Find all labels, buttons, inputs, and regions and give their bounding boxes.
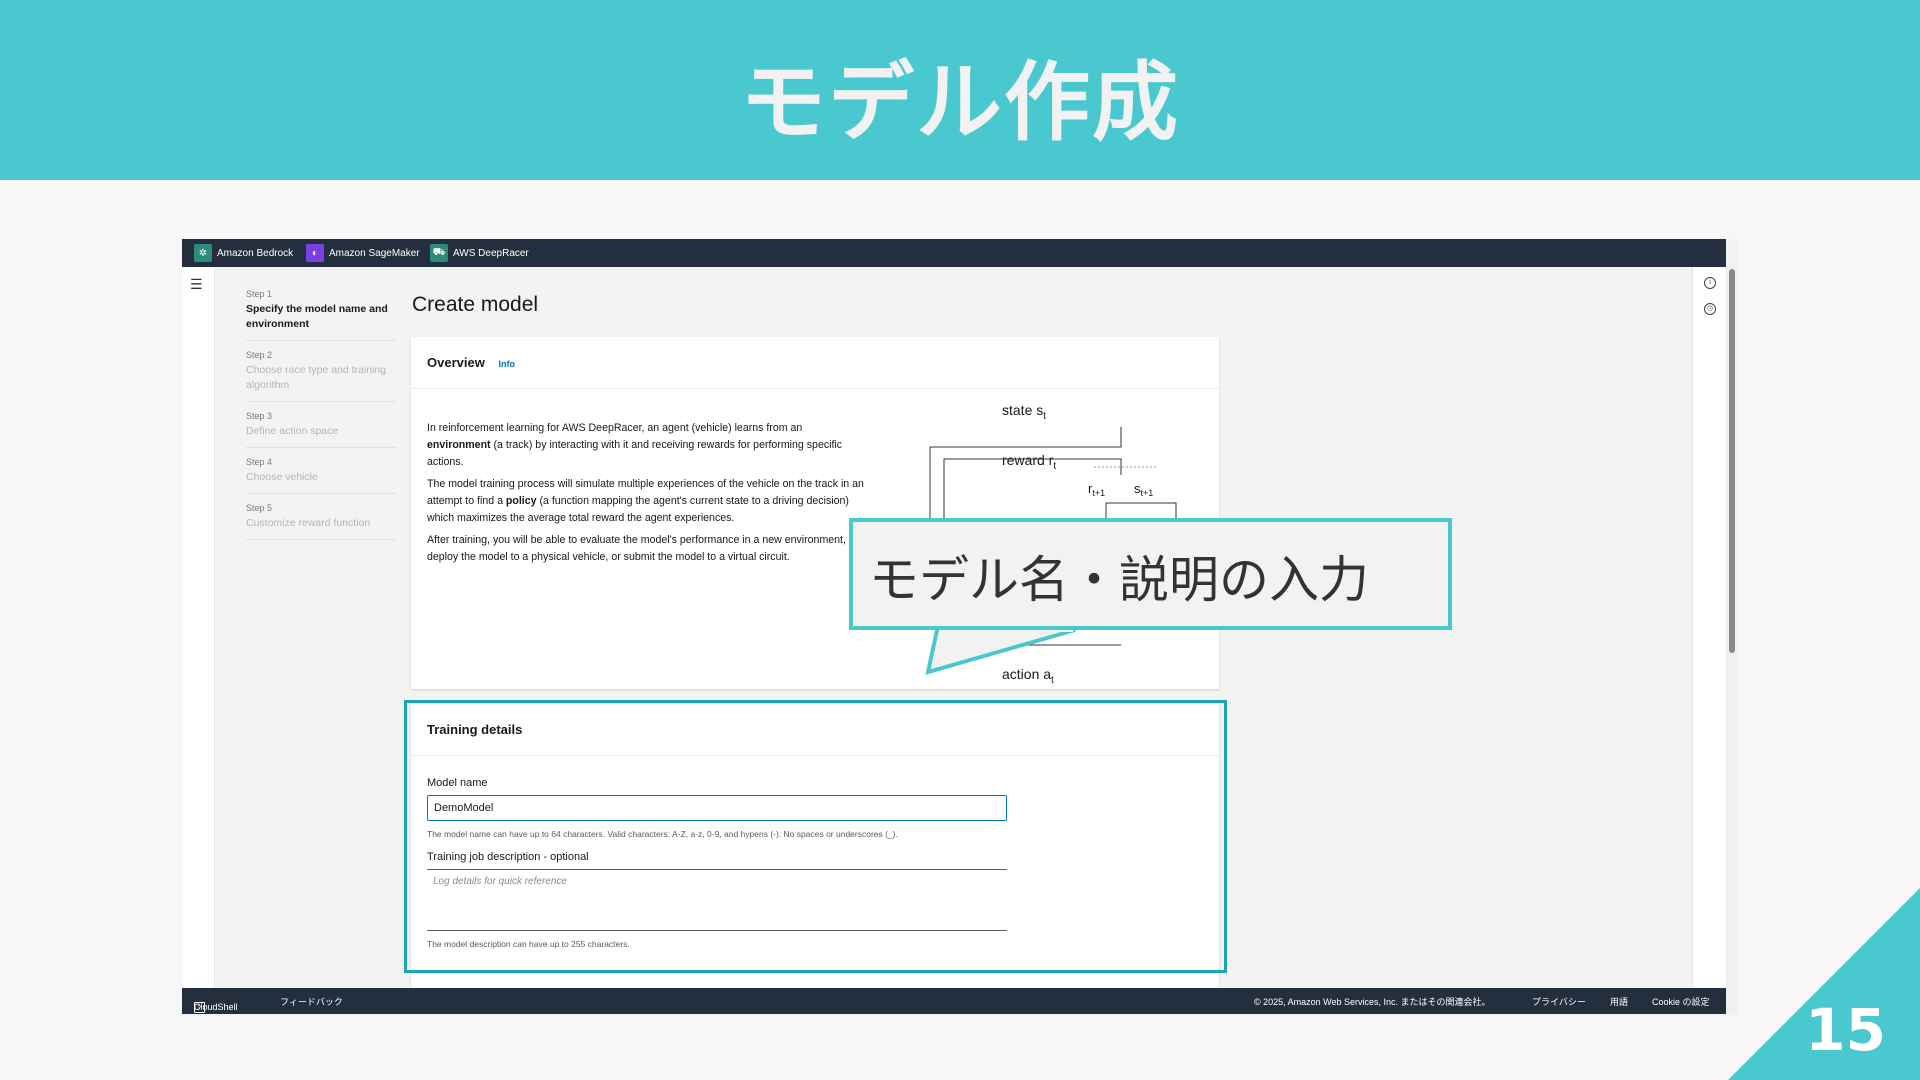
diagram-reward-label: reward rt [1002,452,1056,472]
cloudshell-label: CloudShell [194,1002,238,1012]
console-top-nav: ✲ Amazon Bedrock ◐ Amazon SageMaker ⛟ AW… [182,239,1726,267]
callout-box: モデル名・説明の入力 [849,518,1452,630]
text-bold: policy [505,495,537,507]
overview-paragraph-2: The model training process will simulate… [427,476,867,527]
info-link[interactable]: Info [498,359,515,369]
step-label: Specify the model name and environment [246,303,388,330]
callout-tail [925,624,1076,675]
diagram-st1-label: st+1 [1134,481,1153,498]
nav-deepracer-label: AWS DeepRacer [453,247,529,259]
info-icon[interactable]: i [1704,277,1716,289]
overview-paragraph-3: After training, you will be able to eval… [427,534,846,563]
step-number: Step 3 [246,411,273,421]
page-heading: Create model [412,293,539,316]
wizard-steps: Step 1 Specify the model name and enviro… [246,289,396,549]
step-5[interactable]: Step 5 Customize reward function [246,503,396,540]
text-bold: environment [427,439,491,451]
bedrock-icon: ✲ [194,244,212,262]
overview-title: Overview [427,355,485,370]
step-number: Step 5 [246,503,273,513]
copyright-text: © 2025, Amazon Web Services, Inc. またはその関… [1254,997,1491,1007]
overview-header: Overview Info [411,337,1219,389]
console-footer: > CloudShell フィードバック © 2025, Amazon Web S… [182,988,1726,1014]
slide-header: モデル作成 [0,0,1920,180]
left-rail: ☰ [182,267,215,988]
nav-sagemaker-label: Amazon SageMaker [329,247,420,259]
right-rail: i ◷ [1692,267,1726,988]
page-number: 15 [1805,996,1886,1064]
slide-title: モデル作成 [740,53,1180,153]
clock-icon[interactable]: ◷ [1704,303,1716,315]
sagemaker-icon: ◐ [306,244,324,262]
nav-sagemaker[interactable]: ◐ Amazon SageMaker [306,244,420,262]
diagram-rt1-label: rt+1 [1088,481,1105,498]
step-label: Choose race type and training algorithm [246,364,387,391]
step-3[interactable]: Step 3 Define action space [246,411,396,448]
overview-paragraph-1: In reinforcement learning for AWS DeepRa… [427,420,867,471]
step-label: Customize reward function [246,517,371,529]
step-2[interactable]: Step 2 Choose race type and training alg… [246,350,396,402]
text: In reinforcement learning for AWS DeepRa… [427,422,803,434]
diagram-state-label: state st [1002,403,1046,422]
privacy-link[interactable]: プライバシー [1532,995,1586,1008]
training-highlight-box [404,700,1227,973]
cookie-settings-link[interactable]: Cookie の設定 [1652,995,1710,1008]
terms-link[interactable]: 用語 [1610,995,1628,1008]
step-1[interactable]: Step 1 Specify the model name and enviro… [246,289,396,341]
callout-text: モデル名・説明の入力 [869,551,1369,609]
step-number: Step 1 [246,289,273,299]
menu-icon[interactable]: ☰ [190,277,203,293]
deepracer-icon: ⛟ [430,244,448,262]
step-number: Step 4 [246,457,273,467]
overview-text: In reinforcement learning for AWS DeepRa… [427,420,867,571]
step-label: Define action space [246,425,339,437]
nav-deepracer[interactable]: ⛟ AWS DeepRacer [430,244,529,262]
feedback-link[interactable]: フィードバック [280,995,343,1008]
step-4[interactable]: Step 4 Choose vehicle [246,457,396,494]
scrollbar-thumb[interactable] [1729,269,1735,653]
nav-bedrock-label: Amazon Bedrock [217,247,294,259]
nav-bedrock[interactable]: ✲ Amazon Bedrock [194,244,293,262]
step-label: Choose vehicle [246,471,318,483]
step-number: Step 2 [246,350,273,360]
